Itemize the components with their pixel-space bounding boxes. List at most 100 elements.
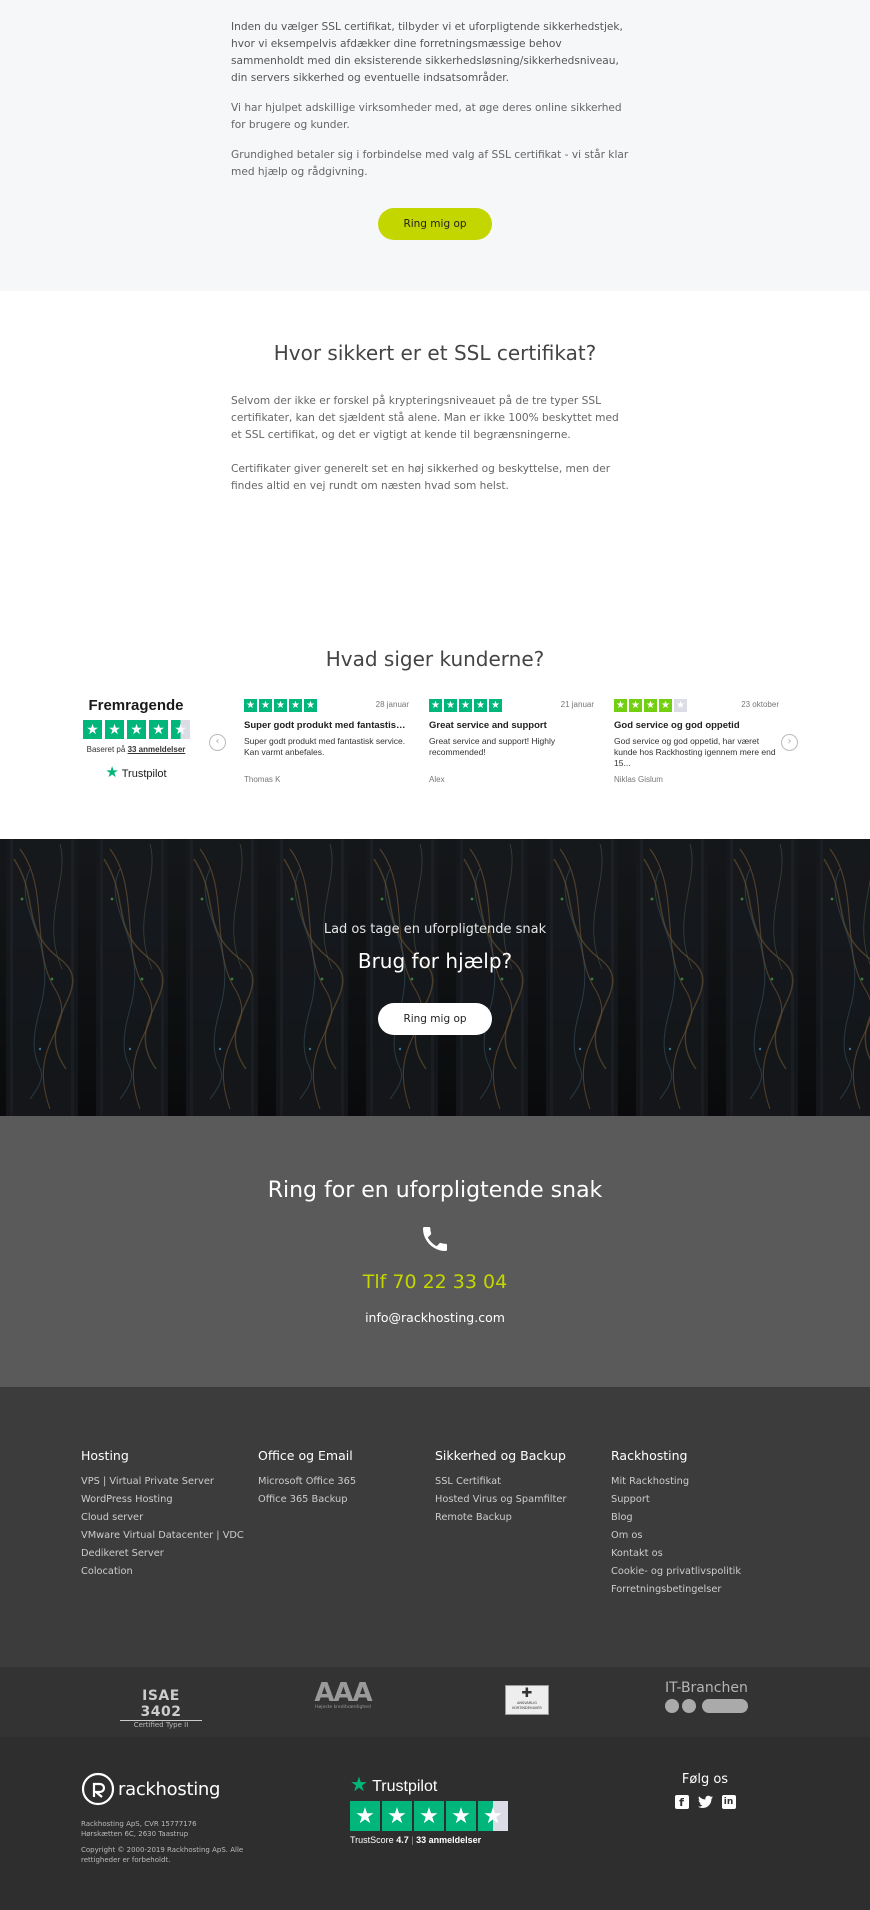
review-author: Alex bbox=[429, 775, 445, 784]
trustscore-label: TrustScore bbox=[350, 1835, 394, 1845]
rackhosting-r-icon bbox=[81, 1772, 115, 1806]
review-body: God service og god oppetid, har været ku… bbox=[614, 736, 776, 768]
footer-link[interactable]: Office 365 Backup bbox=[258, 1491, 433, 1509]
footer-link[interactable]: Forretningsbetingelser bbox=[611, 1581, 786, 1599]
star-icon: ★ bbox=[644, 699, 657, 712]
star-icon: ★ bbox=[304, 699, 317, 712]
star-icon: ★ bbox=[274, 699, 287, 712]
half-star-icon: ★ bbox=[171, 720, 190, 739]
footer-column-security: Sikkerhed og Backup SSL Certifikat Hoste… bbox=[435, 1448, 610, 1527]
linkedin-icon[interactable]: in bbox=[721, 1795, 736, 1809]
phone-number[interactable]: Tlf 70 22 33 04 bbox=[0, 1271, 870, 1293]
prev-review-arrow[interactable]: ‹ bbox=[209, 734, 226, 751]
star-icon: ★ bbox=[289, 699, 302, 712]
trustpilot-brand: Trustpilot bbox=[121, 768, 167, 780]
footer-link[interactable]: Cookie- og privatlivspolitik bbox=[611, 1563, 786, 1581]
social-icons: f in bbox=[670, 1795, 740, 1809]
review-card[interactable]: ★ ★ ★ ★ ★ 23 oktober God service og god … bbox=[614, 699, 779, 784]
footer-link[interactable]: Colocation bbox=[81, 1563, 256, 1581]
follow-us: Følg os f in bbox=[670, 1772, 740, 1809]
trustpilot-footer-widget[interactable]: ★ Trustpilot ★ ★ ★ ★ ★ TrustScore 4.7 | … bbox=[350, 1772, 508, 1845]
contact-section: Ring for en uforpligtende snak Tlf 70 22… bbox=[0, 1116, 870, 1387]
rating-word: Fremragende bbox=[88, 697, 184, 714]
footer-link[interactable]: VPS | Virtual Private Server bbox=[81, 1473, 256, 1491]
twitter-icon[interactable] bbox=[697, 1795, 713, 1809]
cardholder-text: ANSVARLIG KORTINDEHAVER bbox=[512, 1701, 542, 1710]
review-author: Niklas Gislum bbox=[614, 775, 663, 784]
footer-column-title: Sikkerhed og Backup bbox=[435, 1448, 566, 1463]
isae-subtitle: Certified Type II bbox=[133, 1721, 189, 1729]
aaa-subtitle: Højeste kreditværdighed bbox=[315, 1705, 371, 1710]
trustpilot-star-icon: ★ bbox=[105, 764, 119, 781]
reviews-heading: Hvad siger kunderne? bbox=[325, 647, 545, 671]
review-card[interactable]: ★ ★ ★ ★ ★ 28 januar Super godt produkt m… bbox=[244, 699, 409, 784]
star-icon: ★ bbox=[446, 1801, 476, 1831]
half-star-icon: ★ bbox=[478, 1801, 508, 1831]
company-line-2: Hørskætten 6C, 2630 Taastrup bbox=[81, 1830, 189, 1838]
star-icon: ★ bbox=[83, 720, 102, 739]
star-icon: ★ bbox=[474, 699, 487, 712]
footer-column-hosting: Hosting VPS | Virtual Private Server Wor… bbox=[81, 1448, 256, 1581]
trustpilot-logo: ★ Trustpilot bbox=[350, 1772, 508, 1797]
contact-email[interactable]: info@rackhosting.com bbox=[0, 1310, 870, 1325]
intro-paragraph-2: Vi har hjulpet adskillige virksomheder m… bbox=[231, 102, 622, 131]
footer-link[interactable]: Mit Rackhosting bbox=[611, 1473, 786, 1491]
ssl-paragraph-2: Certifikater giver generelt set en høj s… bbox=[231, 463, 611, 492]
cross-icon: ✚ bbox=[521, 1686, 533, 1701]
ssl-paragraph-1: Selvom der ikke er forskel på kryptering… bbox=[231, 395, 619, 441]
banner-call-me-button[interactable]: Ring mig op bbox=[378, 1003, 492, 1035]
footer-link[interactable]: Microsoft Office 365 bbox=[258, 1473, 433, 1491]
trustpilot-logo: ★ Trustpilot bbox=[82, 763, 190, 781]
footer-link[interactable]: Remote Backup bbox=[435, 1509, 610, 1527]
review-title: Great service and support bbox=[429, 720, 547, 731]
based-prefix: Baseret på bbox=[86, 745, 126, 754]
dot-shape bbox=[682, 1699, 696, 1713]
rackhosting-logo[interactable]: rackhosting bbox=[81, 1772, 220, 1806]
summary-stars: ★ ★ ★ ★ ★ bbox=[83, 720, 190, 739]
star-icon: ★ bbox=[350, 1801, 380, 1831]
star-icon: ★ bbox=[105, 720, 124, 739]
review-author: Thomas K bbox=[244, 775, 281, 784]
footer-column-title: Hosting bbox=[81, 1448, 129, 1463]
pill-shape bbox=[702, 1699, 748, 1713]
dot-shape bbox=[665, 1699, 679, 1713]
aaa-rating-logo: AAA Højeste kreditværdighed bbox=[312, 1678, 374, 1710]
footer-link[interactable]: Cloud server bbox=[81, 1509, 256, 1527]
next-review-arrow[interactable]: › bbox=[781, 734, 798, 751]
it-branchen-text: IT-Branchen bbox=[665, 1680, 748, 1696]
based-count[interactable]: 33 anmeldelser bbox=[128, 745, 186, 754]
intro-paragraph-1: Inden du vælger SSL certifikat, tilbyder… bbox=[231, 21, 623, 84]
footer-link[interactable]: Blog bbox=[611, 1509, 786, 1527]
star-icon: ★ bbox=[614, 699, 627, 712]
star-icon: ★ bbox=[489, 699, 502, 712]
footer-column-title: Office og Email bbox=[258, 1448, 353, 1463]
review-card[interactable]: ★ ★ ★ ★ ★ 21 januar Great service and su… bbox=[429, 699, 594, 784]
footer-link[interactable]: Om os bbox=[611, 1527, 786, 1545]
footer-column-office: Office og Email Microsoft Office 365 Off… bbox=[258, 1448, 433, 1509]
footer-link[interactable]: Kontakt os bbox=[611, 1545, 786, 1563]
footer-link[interactable]: Hosted Virus og Spamfilter bbox=[435, 1491, 610, 1509]
footer-column-title: Rackhosting bbox=[611, 1448, 688, 1463]
banner-title: Brug for hjælp? bbox=[357, 949, 513, 973]
footer-link[interactable]: VMware Virtual Datacenter | VDC bbox=[81, 1527, 256, 1545]
trustscore-line: TrustScore 4.7 | 33 anmeldelser bbox=[350, 1835, 508, 1845]
review-title: Super godt produkt med fantastisk servic… bbox=[244, 720, 409, 731]
help-banner: Lad os tage en uforpligtende snak Brug f… bbox=[0, 839, 870, 1116]
cardholder-badge-logo: ✚ ANSVARLIG KORTINDEHAVER bbox=[505, 1685, 549, 1715]
review-body: Great service and support! Highly recomm… bbox=[429, 736, 556, 757]
footer-link[interactable]: SSL Certifikat bbox=[435, 1473, 610, 1491]
footer-link[interactable]: WordPress Hosting bbox=[81, 1491, 256, 1509]
star-icon: ★ bbox=[629, 699, 642, 712]
aaa-title: AAA bbox=[314, 1678, 372, 1708]
trustpilot-summary[interactable]: Fremragende ★ ★ ★ ★ ★ Baseret på 33 anme… bbox=[82, 697, 190, 781]
intro-paragraph-3: Grundighed betaler sig i forbindelse med… bbox=[231, 149, 629, 178]
review-date: 21 januar bbox=[560, 700, 594, 709]
star-icon: ★ bbox=[382, 1801, 412, 1831]
call-me-button[interactable]: Ring mig op bbox=[378, 208, 492, 240]
facebook-icon[interactable]: f bbox=[674, 1795, 689, 1809]
footer-link[interactable]: Dedikeret Server bbox=[81, 1545, 256, 1563]
isae-3402-logo: ISAE 3402 Certified Type II bbox=[120, 1678, 202, 1729]
footer-link[interactable]: Support bbox=[611, 1491, 786, 1509]
trustpilot-star-icon: ★ bbox=[350, 1774, 368, 1796]
review-date: 23 oktober bbox=[741, 700, 779, 709]
